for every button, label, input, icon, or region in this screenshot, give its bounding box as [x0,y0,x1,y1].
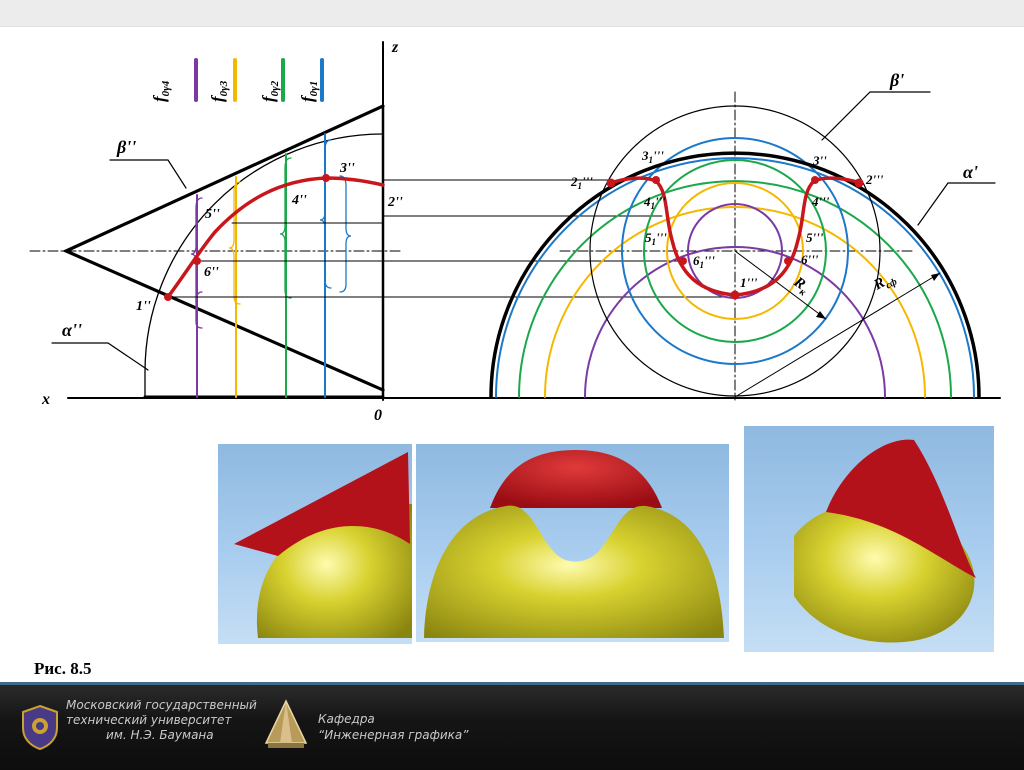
label-alpha-profile: α' [963,162,978,182]
figure-caption: Рис. 8.5 [34,659,92,678]
sphere-shape [424,505,724,638]
department-name: Кафедра “Инженерная графика” [318,712,469,742]
label-point-3-profile: 3'' [812,153,827,168]
label-point-6-symmetric: 61''' [693,253,715,270]
label-x: x [41,391,50,408]
label-point-1-front: 1'' [136,299,151,314]
department-logo-icon [264,699,308,748]
label-beta-front: β'' [116,137,136,157]
label-f4: f0γ4 [150,80,172,102]
label-point-3-front: 3'' [339,161,355,176]
label-point-5-front: 5'' [205,207,220,222]
label-point-2-profile: 2''' [865,172,884,187]
label-origin: 0 [374,407,382,424]
label-point-5-symmetric: 51''' [645,230,667,247]
intersection-curve-front [166,176,385,299]
render-front-view [416,444,729,642]
label-z: z [391,39,399,56]
label-point-3-symmetric: 31''' [641,148,664,165]
label-f3: f0γ3 [208,80,230,102]
label-f2: f0γ2 [259,80,281,102]
label-point-2-symmetric: 21''' [570,174,593,191]
label-point-2-front: 2'' [387,195,403,210]
label-beta-profile: β' [889,70,904,90]
label-point-4-profile: 4''' [811,194,830,209]
label-point-5-profile: 5''' [806,230,824,245]
label-alpha-front: α'' [62,320,82,340]
label-point-6-front: 6'' [204,265,219,280]
render-rotated-view [744,426,994,652]
label-point-4-front: 4'' [291,193,307,208]
label-f1: f0γ1 [298,81,320,102]
label-point-4-symmetric: 41''' [643,194,666,211]
render-side-view [218,444,412,644]
university-emblem-icon [22,704,58,750]
label-point-6-profile: 6''' [801,252,819,267]
cone-shape [490,450,662,508]
label-point-1-profile: 1''' [740,275,758,290]
footer-bar: Московский государственный технический у… [0,682,1024,770]
label-radius-cone: Rк [788,274,813,299]
university-name: Московский государственный технический у… [66,698,257,742]
projection-drawing: z x 0 β'' α'' β' α' f0γ4 f0γ3 f0γ2 f0γ1 … [29,39,1001,424]
